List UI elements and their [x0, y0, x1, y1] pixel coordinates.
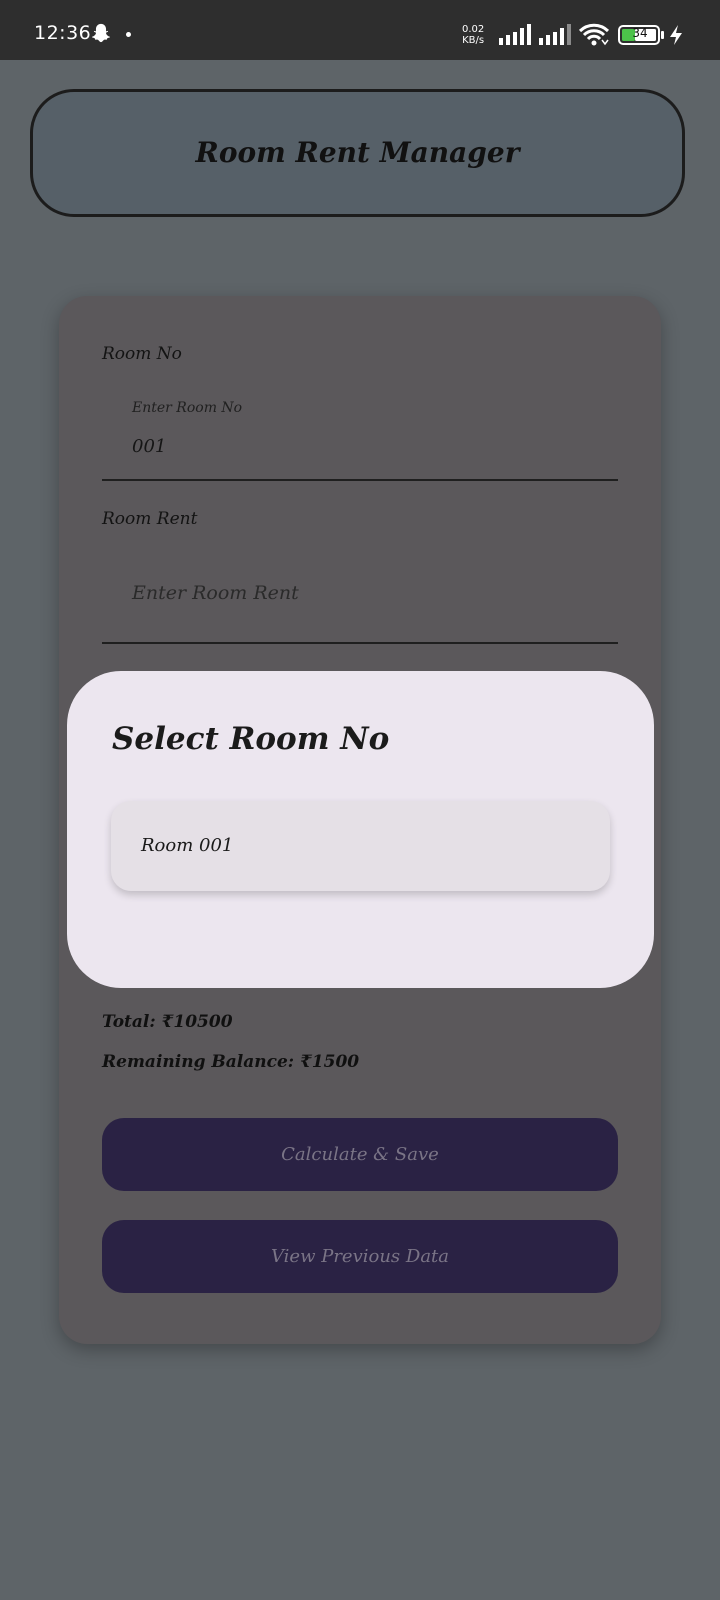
- net-speed: 0.02 KB/s: [462, 24, 484, 46]
- signal-icon-2: [539, 24, 571, 45]
- select-room-dialog: Select Room No Room 001: [67, 671, 654, 988]
- view-previous-data-button[interactable]: View Previous Data: [102, 1220, 618, 1293]
- net-speed-unit: KB/s: [462, 35, 485, 46]
- room-no-input[interactable]: 001: [132, 436, 166, 457]
- status-bar: 12:36 0.02 KB/s 34: [0, 0, 720, 60]
- dialog-option-room[interactable]: Room 001: [111, 801, 610, 891]
- room-no-floating-label: Enter Room No: [132, 400, 243, 416]
- dialog-option-label: Room 001: [141, 835, 234, 856]
- charging-icon: [670, 25, 682, 45]
- remaining-balance-text: Remaining Balance: ₹1500: [102, 1052, 360, 1072]
- room-rent-input[interactable]: Enter Room Rent: [132, 582, 299, 604]
- snapchat-icon: [92, 23, 110, 43]
- signal-icon: [499, 24, 531, 45]
- calculate-save-button[interactable]: Calculate & Save: [102, 1118, 618, 1191]
- dot-icon: [126, 32, 131, 37]
- battery-level: 34: [632, 26, 648, 40]
- room-rent-underline: [102, 642, 618, 644]
- wifi-icon: [578, 23, 610, 46]
- status-time: 12:36: [34, 22, 92, 44]
- room-no-underline: [102, 479, 618, 481]
- app-title: Room Rent Manager: [195, 136, 520, 169]
- room-no-label: Room No: [102, 344, 182, 364]
- total-text: Total: ₹10500: [102, 1012, 233, 1032]
- net-speed-value: 0.02: [462, 24, 485, 35]
- app-header: Room Rent Manager: [30, 89, 685, 217]
- dialog-title: Select Room No: [112, 721, 390, 757]
- room-rent-label: Room Rent: [102, 509, 198, 529]
